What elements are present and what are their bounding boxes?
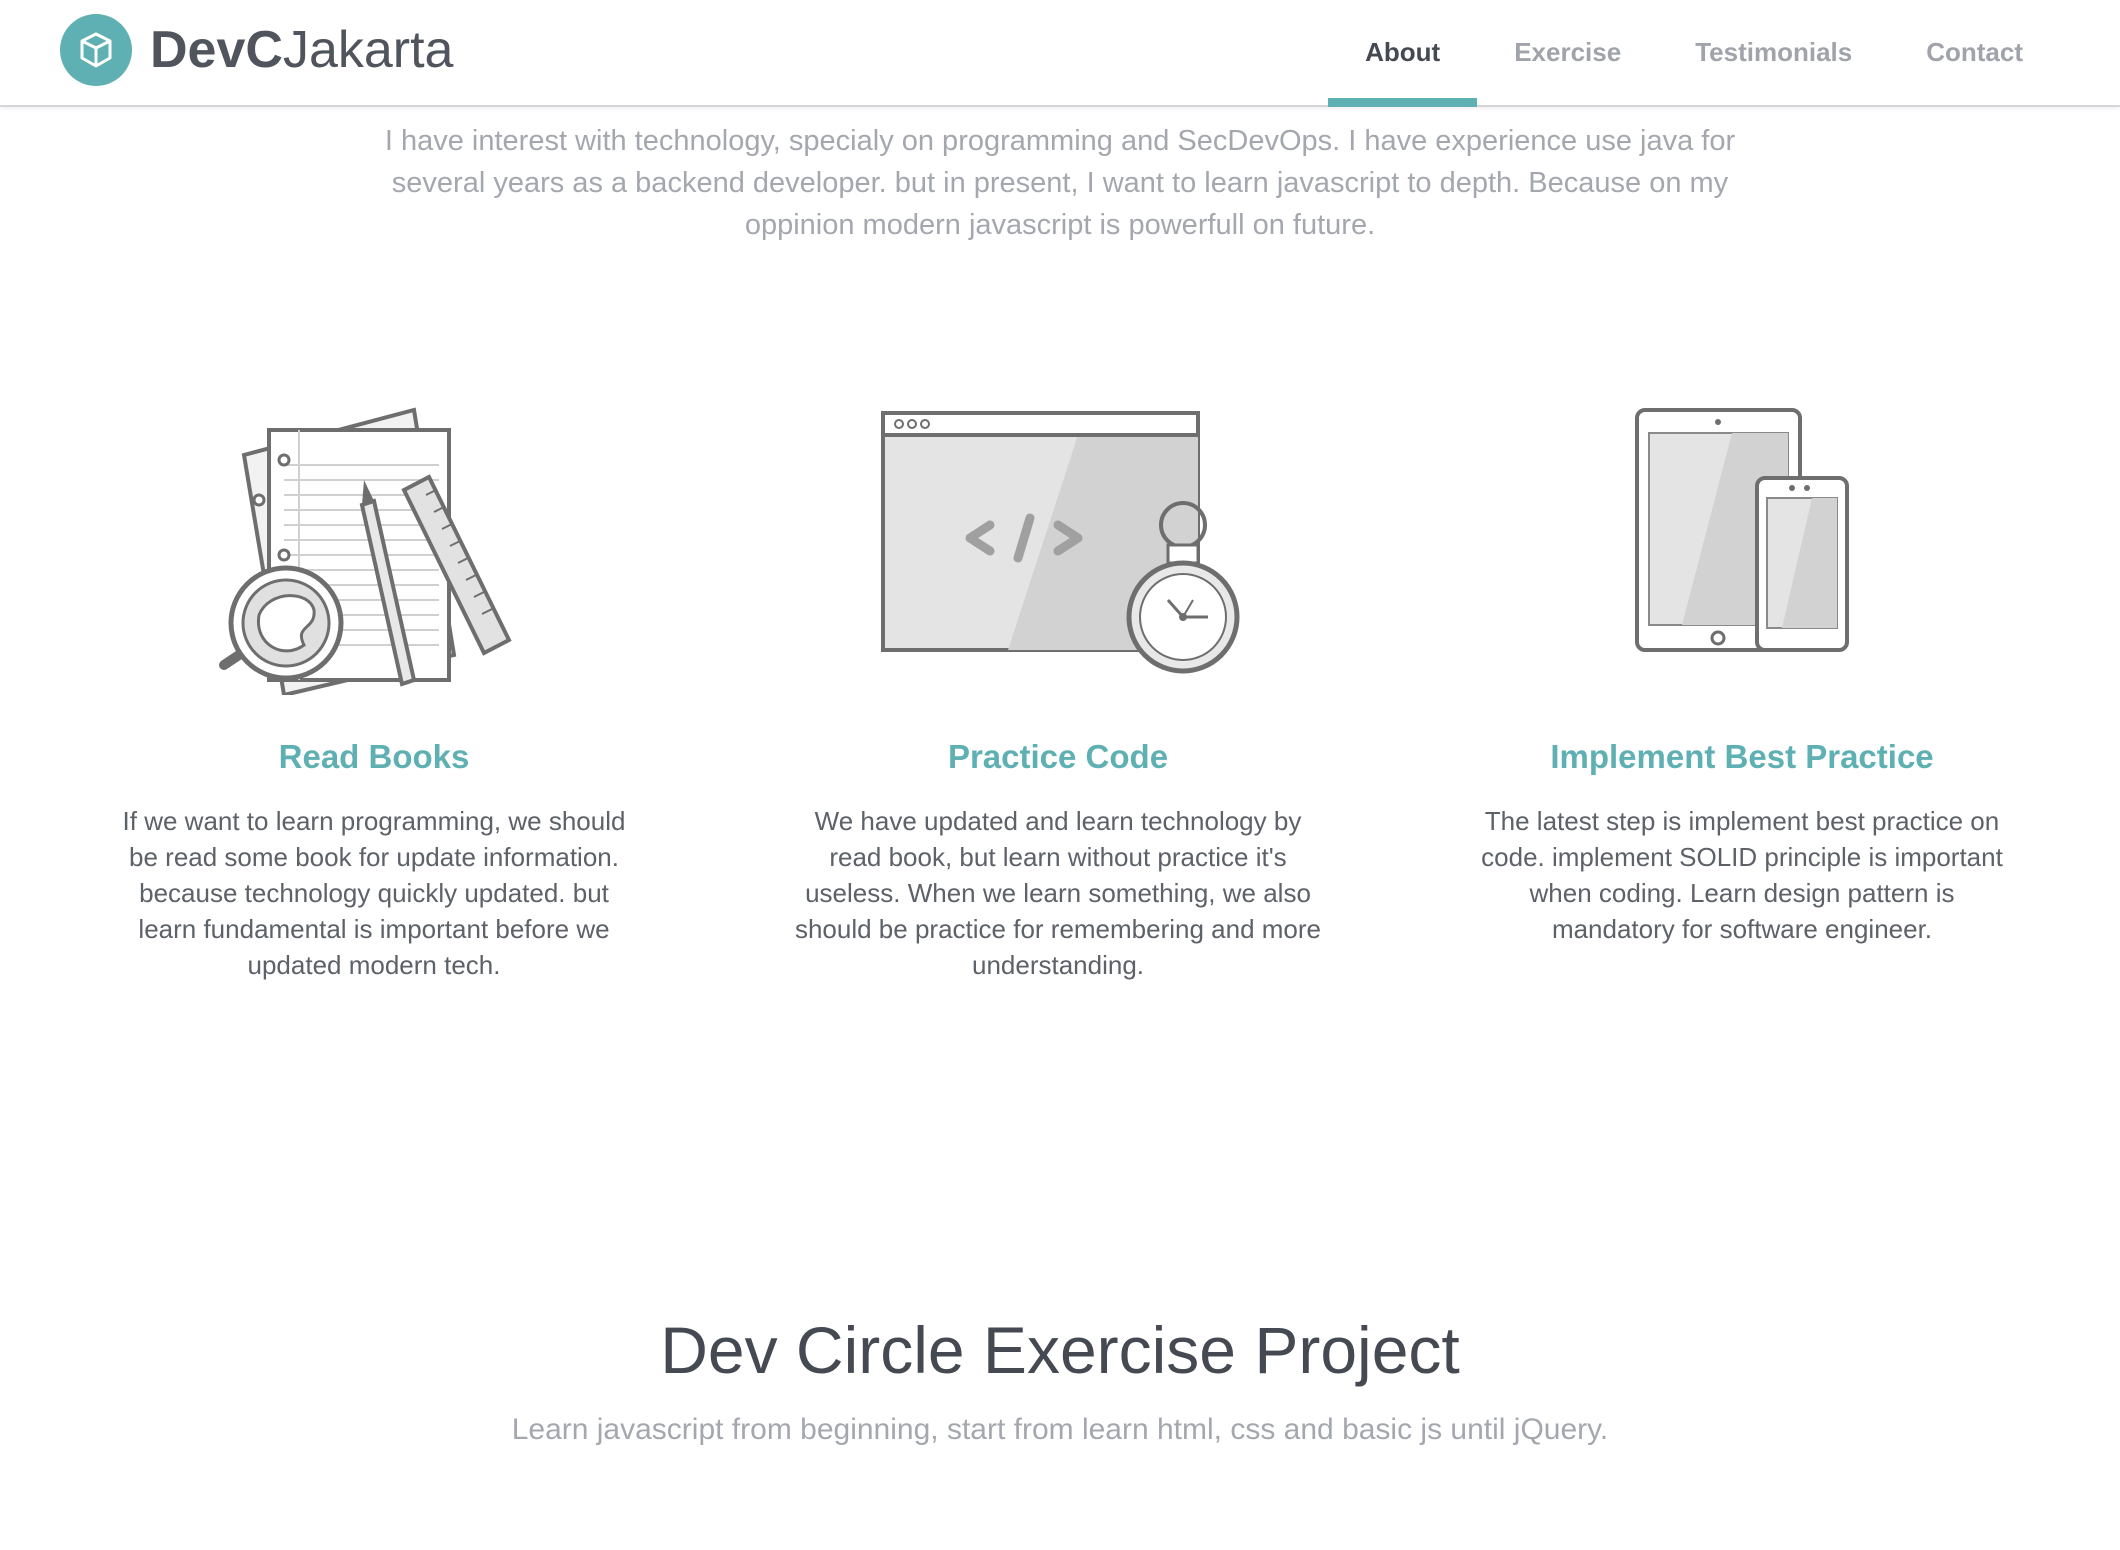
- feature-title: Implement Best Practice: [1550, 738, 1934, 775]
- exercise-section-title: Dev Circle Exercise Project: [660, 1313, 1460, 1387]
- brand[interactable]: DevCJakarta: [60, 14, 453, 86]
- feature-read-books: Read Books If we want to learn programmi…: [94, 395, 654, 983]
- brand-name-strong: DevC: [150, 21, 283, 79]
- tablet-phone-icon: [1462, 395, 2022, 695]
- about-intro-text: I have interest with technology, special…: [384, 125, 1736, 241]
- exercise-section-subtitle: Learn javascript from beginning, start f…: [511, 1413, 1609, 1446]
- brand-name: DevCJakarta: [150, 14, 453, 86]
- code-window-stopwatch-icon: [778, 395, 1338, 695]
- nav-item-testimonials[interactable]: Testimonials: [1658, 0, 1889, 105]
- feature-description: The latest step is implement best practi…: [1481, 806, 2003, 944]
- nav-item-contact[interactable]: Contact: [1889, 0, 2060, 105]
- nav-item-about[interactable]: About: [1328, 0, 1478, 107]
- nav-item-exercise[interactable]: Exercise: [1477, 0, 1658, 105]
- feature-best-practice: Implement Best Practice The latest step …: [1462, 395, 2022, 947]
- brand-name-rest: Jakarta: [282, 21, 454, 79]
- navbar: DevCJakarta About Exercise Testimonials …: [0, 0, 2120, 107]
- cube-icon: [60, 14, 132, 86]
- nav-menu: About Exercise Testimonials Contact: [1328, 0, 2060, 107]
- feature-title: Practice Code: [947, 738, 1169, 775]
- feature-description: If we want to learn programming, we shou…: [122, 806, 626, 980]
- books-magnifier-icon: [94, 395, 654, 695]
- feature-title: Read Books: [278, 738, 470, 775]
- feature-description: We have updated and learn technology by …: [794, 806, 1322, 980]
- feature-practice-code: Practice Code We have updated and learn …: [778, 395, 1338, 983]
